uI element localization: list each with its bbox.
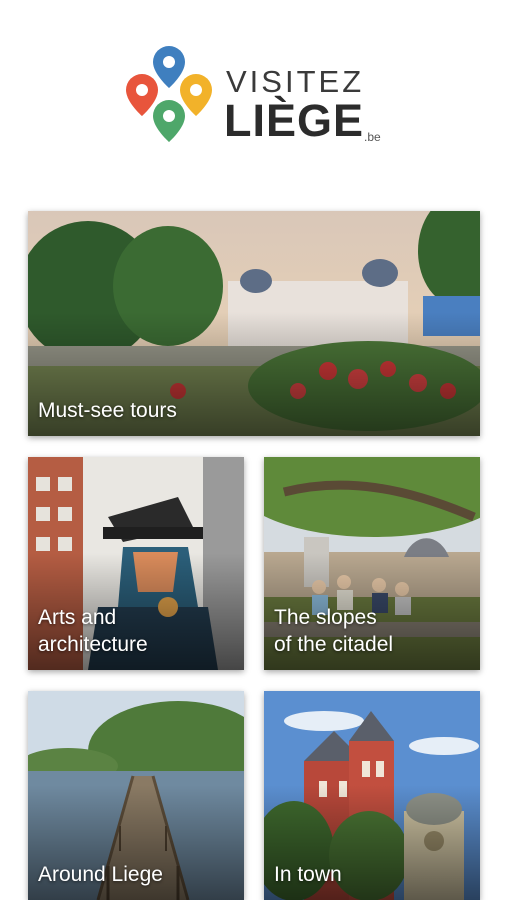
tour-card-title: Must-see tours <box>38 399 177 422</box>
logo-word-liege: LIÈGE <box>224 95 365 146</box>
tour-card-around-liege[interactable]: Around Liege <box>28 691 244 900</box>
tour-card-must-see[interactable]: Must-see tours <box>28 211 480 436</box>
visitez-liege-logo: VISITEZ LIÈGE .be <box>124 42 394 152</box>
tour-card-title: Arts and architecture <box>38 606 148 656</box>
map-pins-icon <box>126 46 212 142</box>
tour-card-title: The slopes of the citadel <box>274 606 394 656</box>
logo-tld: .be <box>364 130 381 144</box>
tour-card-slopes-citadel[interactable]: The slopes of the citadel <box>264 457 480 670</box>
tour-card-in-town[interactable]: In town <box>264 691 480 900</box>
tour-card-title: Around Liege <box>38 863 163 886</box>
tour-card-title: In town <box>274 863 342 886</box>
tour-card-arts-architecture[interactable]: Arts and architecture <box>28 457 244 670</box>
